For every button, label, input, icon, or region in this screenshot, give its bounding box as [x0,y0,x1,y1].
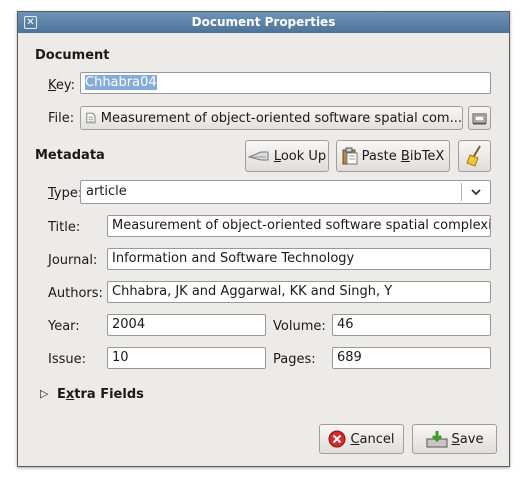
magnifier-icon [247,151,269,161]
metadata-heading: Metadata [35,148,105,163]
volume-label: Volume: [273,319,326,334]
key-input-value: Chhabra04 [85,75,157,90]
clipboard-icon [342,147,358,165]
chevron-down-icon [470,183,482,205]
window-title: Document Properties [191,15,336,29]
journal-label: Journal: [48,253,98,268]
title-label: Title: [48,220,81,235]
authors-label: Authors: [48,286,103,301]
save-icon [426,431,448,448]
cancel-button[interactable]: Cancel [319,424,404,454]
issue-label: Issue: [48,352,86,367]
document-properties-dialog: ✕ Document Properties Document Key: Chha… [17,11,510,467]
issue-input[interactable]: 10 [107,347,266,369]
save-button[interactable]: Save [412,424,497,454]
look-up-button[interactable]: Look Up [245,140,329,172]
file-label: File: [48,111,75,126]
close-icon[interactable]: ✕ [24,16,37,29]
document-heading: Document [35,48,110,63]
year-label: Year: [48,319,80,334]
pages-input[interactable]: 689 [332,347,491,369]
document-icon [86,112,96,124]
journal-input[interactable]: Information and Software Technology [107,248,491,270]
pages-label: Pages: [273,352,316,367]
key-input[interactable]: Chhabra04 [80,72,491,94]
authors-input[interactable]: Chhabra, JK and Aggarwal, KK and Singh, … [107,281,491,303]
key-label: Key: [48,78,76,93]
folder-open-icon [472,113,487,124]
look-up-label: Look Up [273,148,327,164]
type-label: Type: [48,186,83,201]
title-bar: ✕ Document Properties [18,12,509,33]
broom-icon [465,145,481,167]
combo-separator [461,183,462,201]
type-value: article [86,184,127,199]
title-input[interactable]: Measurement of object-oriented software … [107,215,491,237]
cancel-label: Cancel [350,431,395,447]
type-combobox[interactable]: article [80,180,491,204]
paste-bibtex-button[interactable]: Paste BibTeX [336,140,450,172]
year-input[interactable]: 2004 [107,314,266,336]
volume-input[interactable]: 46 [332,314,491,336]
extra-fields-expander[interactable]: Extra Fields [57,387,144,402]
clear-button[interactable] [458,140,491,172]
paste-bibtex-label: Paste BibTeX [361,148,445,164]
file-chooser-value: Measurement of object-oriented software … [100,110,462,126]
file-chooser-button[interactable]: Measurement of object-oriented software … [80,106,463,130]
save-label: Save [451,431,484,447]
browse-file-button[interactable] [468,106,491,130]
triangle-right-icon[interactable]: ▷ [40,387,48,400]
cancel-icon [328,430,346,448]
